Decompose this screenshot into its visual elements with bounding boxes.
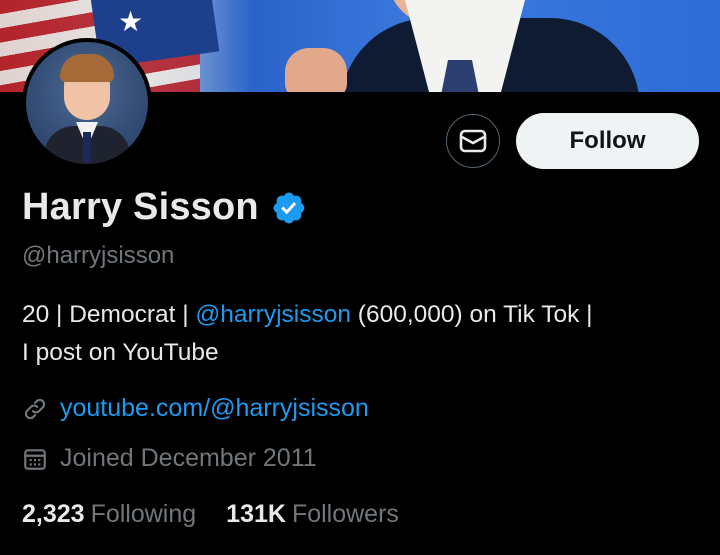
envelope-icon [459, 129, 487, 153]
bio-text: 20 | Democrat | [22, 301, 196, 328]
user-handle: @harryjsisson [22, 242, 175, 269]
following-label[interactable]: Following [91, 500, 197, 529]
bio-text-line2: I post on YouTube [22, 339, 219, 366]
avatar[interactable] [22, 38, 152, 168]
joined-row: Joined December 2011 [22, 444, 317, 473]
avatar-photo [26, 42, 148, 164]
joined-date: Joined December 2011 [60, 444, 317, 472]
name-row: Harry Sisson [22, 186, 307, 229]
bio-mention-link[interactable]: @harryjsisson [195, 301, 351, 328]
link-icon [24, 398, 46, 419]
follow-button[interactable]: Follow [516, 113, 699, 169]
banner-star: ★ [118, 6, 144, 37]
message-button[interactable] [446, 114, 500, 168]
website-link[interactable]: youtube.com/@harryjsisson [60, 394, 369, 423]
calendar-icon [24, 448, 46, 470]
display-name: Harry Sisson [22, 186, 259, 228]
website-row: youtube.com/@harryjsisson [22, 394, 369, 423]
followers-label[interactable]: Followers [292, 500, 399, 529]
bio-text: (600,000) on Tik Tok | [350, 301, 593, 328]
followers-count[interactable]: 131K [226, 500, 286, 529]
avatar-tie [83, 132, 91, 162]
avatar-hair [60, 54, 114, 82]
following-count[interactable]: 2,323 [22, 500, 85, 529]
banner-fist [285, 48, 347, 92]
follow-stats: 2,323 Following 131K Followers [22, 500, 423, 529]
bio: 20 | Democrat | @harryjsisson (600,000) … [22, 296, 712, 372]
verified-badge-icon[interactable] [271, 190, 307, 226]
